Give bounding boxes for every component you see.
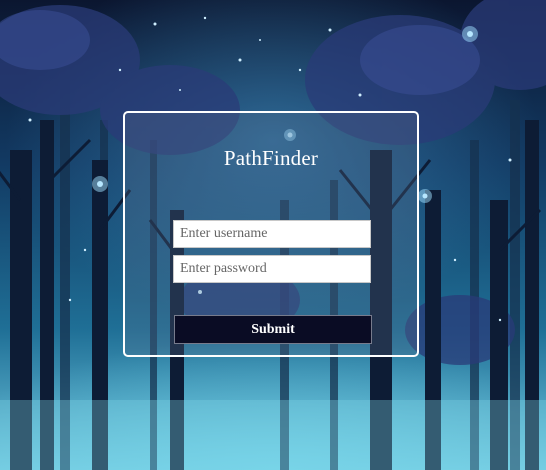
username-input[interactable]: [173, 220, 371, 248]
app-title: PathFinder: [223, 146, 319, 170]
submit-button[interactable]: Submit: [174, 315, 372, 344]
password-input[interactable]: [173, 255, 371, 283]
login-card: PathFinder Submit: [123, 111, 419, 357]
